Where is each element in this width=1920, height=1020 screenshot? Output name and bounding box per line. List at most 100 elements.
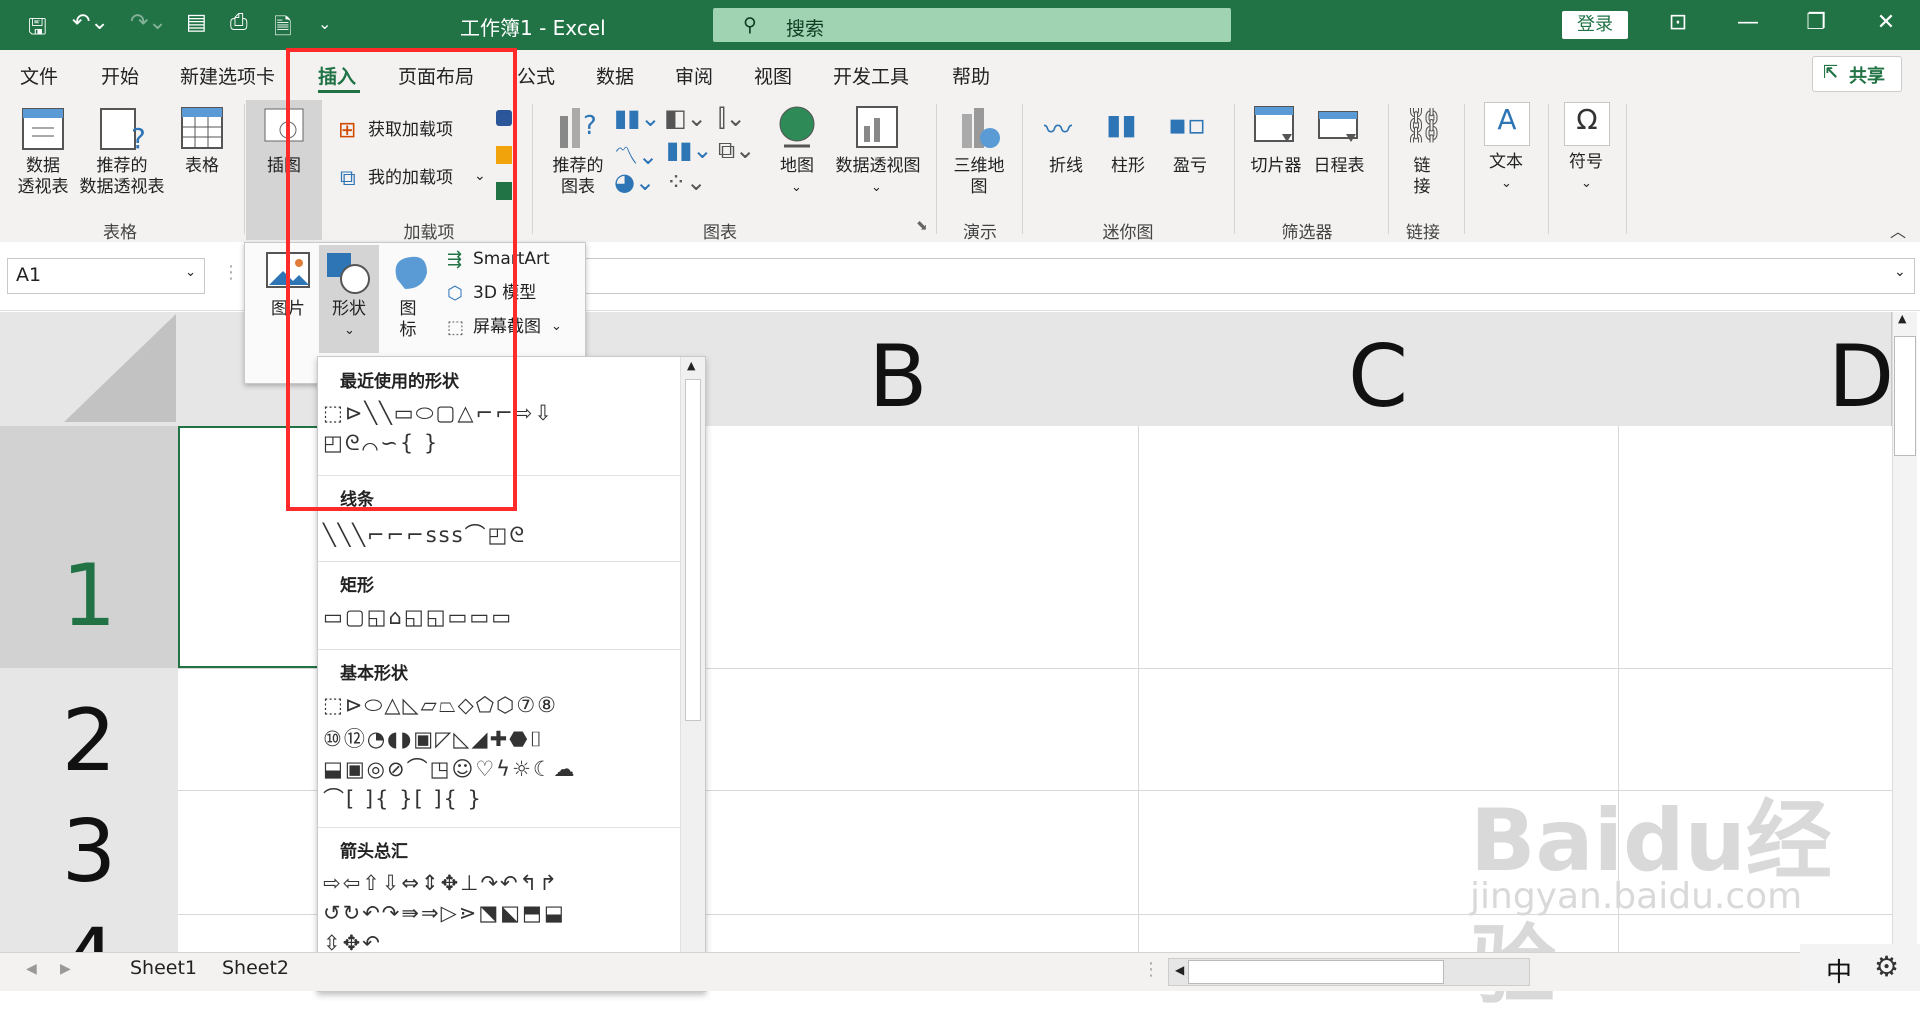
pivot-chart-button[interactable]: 数据透视图 (828, 156, 928, 177)
next-sheet-icon[interactable]: ▶ (60, 961, 71, 977)
shape-row-lines[interactable]: ╲╲╲⌐⌐⌐ꜱꜱꜱ⌒◰ᘓ (323, 519, 526, 549)
chevron-down-icon[interactable]: ⌄ (1581, 176, 1592, 191)
tab-developer[interactable]: 开发工具 (833, 62, 909, 89)
vertical-scroll-thumb[interactable] (1894, 336, 1916, 456)
tab-view[interactable]: 视图 (754, 62, 792, 89)
recommended-pivot-button[interactable]: 推荐的 数据透视表 (76, 156, 168, 198)
shape-row-basic-4[interactable]: ⌒[ ]{ }[ ]{ } (323, 783, 483, 813)
shapes-scrollbar[interactable]: ▲ ▼ (680, 357, 705, 991)
row-header-2[interactable]: 2 (0, 668, 178, 791)
chevron-down-icon[interactable]: ⌄ (344, 323, 355, 338)
shape-row-basic-1[interactable]: ⬚⊳⬭△◺▱⏢◇⬠⬡⑦⑧ (323, 693, 558, 718)
shape-row-basic-2[interactable]: ⑩⑫◔◖◗▣◸◺◢✚⬣⌷ (323, 723, 544, 753)
text-button[interactable]: 文本 (1478, 152, 1534, 173)
column-chart-icon[interactable]: ▮▮⌄ (614, 104, 661, 132)
save-icon[interactable]: 🖫 (28, 10, 47, 48)
statistic-chart-icon[interactable]: ▮▮⌄ (666, 136, 713, 164)
name-box[interactable]: A1 ⌄ (7, 258, 205, 294)
expand-formula-icon[interactable]: ⌄ (1894, 264, 1906, 280)
pivot-table-button[interactable]: 数据 透视表 (10, 156, 76, 198)
login-button[interactable]: 登录 (1562, 11, 1628, 39)
visio-icon[interactable] (496, 110, 512, 126)
picture-button[interactable]: 图片 (263, 299, 313, 320)
shape-row-basic-3[interactable]: ⬓▣◎⊘⌒◳☺♡ϟ☼☾☁ (323, 753, 577, 783)
recommended-charts-button[interactable]: 推荐的 图表 (546, 156, 610, 198)
tab-home[interactable]: 开始 (101, 62, 139, 89)
shape-row-recent-1[interactable]: ⬚⊳╲╲▭⬭▢△⌐⌐⇨⇩ (323, 401, 554, 426)
sparkline-winloss-button[interactable]: 盈亏 (1166, 156, 1214, 177)
shape-row-arrows-2[interactable]: ↺↻↶↷⇛⇒▷⋗⬔⬕⬒⬓ (323, 901, 566, 925)
chevron-down-icon[interactable]: ⌄ (871, 180, 882, 195)
chevron-down-icon[interactable]: ⌄ (1501, 176, 1512, 191)
tab-data[interactable]: 数据 (596, 62, 634, 89)
get-addins-button[interactable]: 获取加载项 (368, 120, 453, 141)
chevron-down-icon[interactable]: ⌄ (185, 265, 196, 280)
3d-model-button[interactable]: 3D 模型 (473, 283, 536, 304)
line-chart-icon[interactable]: 〽⌄ (614, 136, 658, 171)
prev-sheet-icon[interactable]: ◀ (26, 961, 37, 977)
share-button[interactable]: ⇱ 共享 (1812, 56, 1902, 92)
shape-row-recent-2[interactable]: ◰ᘓ⌒∽{ } (323, 431, 439, 456)
timeline-button[interactable]: 日程表 (1308, 156, 1370, 177)
sparkline-column-button[interactable]: 柱形 (1104, 156, 1152, 177)
tab-review[interactable]: 审阅 (675, 62, 713, 89)
formula-input[interactable] (583, 258, 1915, 294)
splitter-icon[interactable]: ⋮ (1142, 959, 1160, 980)
chevron-down-icon[interactable]: ⌄ (551, 319, 562, 334)
scroll-thumb[interactable] (685, 379, 701, 721)
sparkline-line-button[interactable]: 折线 (1042, 156, 1090, 177)
map-chart-button[interactable]: 地图 (770, 156, 824, 177)
chevron-down-icon[interactable]: ⌄ (791, 180, 802, 195)
tab-formulas[interactable]: 公式 (517, 62, 555, 89)
people-graph-icon[interactable] (496, 182, 512, 200)
link-button[interactable]: 链 接 (1408, 156, 1436, 198)
sheet-tab-1[interactable]: Sheet1 (130, 957, 197, 979)
tab-new[interactable]: 新建选项卡 (180, 62, 275, 89)
column-header-d[interactable]: D (1618, 312, 1892, 426)
close-icon[interactable]: ✕ (1866, 10, 1906, 35)
ime-mode[interactable]: 中 (1826, 952, 1852, 989)
waterfall-chart-icon[interactable]: ⫿⌄ (718, 104, 746, 132)
row-header-3[interactable]: 3 (0, 790, 178, 915)
hierarchy-chart-icon[interactable]: ◧⌄ (664, 104, 707, 132)
collapse-ribbon-icon[interactable]: ︿ (1890, 218, 1906, 242)
chevron-down-icon[interactable]: ⌄ (474, 168, 486, 184)
tab-help[interactable]: 帮助 (952, 62, 990, 89)
row-header-1[interactable]: 1 (0, 426, 178, 669)
3d-map-button[interactable]: 三维地 图 (948, 156, 1010, 198)
dialog-launcher-icon[interactable]: ⬊ (916, 218, 928, 234)
tab-insert[interactable]: 插入 (318, 62, 356, 89)
redo-icon[interactable]: ↷⌄ (130, 10, 167, 35)
scroll-up-icon[interactable]: ▲ (687, 359, 695, 372)
screenshot-button[interactable]: 屏幕截图 (473, 317, 541, 338)
column-header-c[interactable]: C (1138, 312, 1619, 427)
horizontal-scroll-thumb[interactable] (1188, 960, 1444, 984)
scroll-left-icon[interactable]: ◀ (1175, 963, 1184, 977)
customize-toolbar-icon[interactable]: ⌄ (318, 14, 331, 33)
column-header-b[interactable]: B (658, 312, 1139, 427)
sheet-tab-2[interactable]: Sheet2 (222, 957, 289, 979)
scatter-chart-icon[interactable]: ⁘⌄ (666, 168, 706, 196)
symbols-button[interactable]: 符号 (1558, 152, 1614, 173)
row-header-4[interactable]: 4 (0, 914, 178, 953)
minimize-icon[interactable]: — (1728, 10, 1768, 35)
tab-file[interactable]: 文件 (20, 62, 58, 89)
table-button[interactable]: 表格 (172, 156, 232, 177)
tab-page-layout[interactable]: 页面布局 (398, 62, 474, 89)
combo-chart-icon[interactable]: ⧉⌄ (718, 136, 755, 164)
smartart-button[interactable]: SmartArt (473, 249, 550, 270)
print-preview-icon[interactable]: ⎙ (230, 10, 248, 35)
undo-icon[interactable]: ↶⌄ (72, 10, 109, 35)
select-all-corner[interactable] (0, 312, 178, 426)
slicer-button[interactable]: 切片器 (1246, 156, 1306, 177)
ribbon-display-icon[interactable]: ⊡ (1658, 10, 1698, 35)
shape-row-rectangles[interactable]: ▭▢◱⌂◱◱▭▭▭ (323, 605, 513, 629)
ime-settings-icon[interactable]: ⚙ (1874, 950, 1899, 983)
form-icon[interactable]: ▤ (186, 10, 207, 35)
my-addins-button[interactable]: 我的加载项 (368, 168, 453, 189)
export-icon[interactable]: 🗎 (274, 10, 292, 48)
pie-chart-icon[interactable]: ◕⌄ (614, 168, 655, 196)
shape-row-arrows-1[interactable]: ⇨⇦⇧⇩⇔⇕✥⊥↷↶↰↱ (323, 871, 559, 895)
icons-button[interactable]: 图 标 (391, 299, 425, 341)
restore-icon[interactable]: ❐ (1796, 10, 1836, 35)
